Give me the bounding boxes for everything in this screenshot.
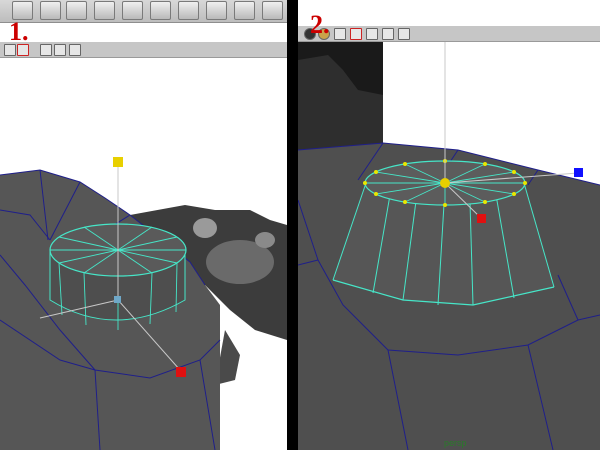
manipulator-x-handle[interactable] (176, 367, 186, 377)
camera-icon[interactable] (40, 44, 52, 56)
light-icon[interactable] (334, 28, 346, 40)
manipulator-center[interactable] (440, 178, 450, 188)
wireframe-icon[interactable] (54, 44, 66, 56)
panel-toolbar (0, 42, 287, 58)
bevel-icon[interactable] (122, 1, 143, 20)
merge-icon[interactable] (150, 1, 171, 20)
render-icon[interactable] (234, 1, 255, 20)
curve-icon[interactable] (206, 1, 227, 20)
camera-label: persp (444, 438, 467, 448)
manipulator-y-handle[interactable] (113, 157, 123, 167)
shelf-toolbar (0, 0, 287, 23)
duplicate-icon[interactable] (40, 1, 61, 20)
split-icon[interactable] (178, 1, 199, 20)
manipulator-x-handle[interactable] (477, 214, 486, 223)
viewport-panel-1[interactable]: 1. (0, 0, 287, 450)
step-label: 2. (310, 10, 330, 39)
isolate-icon[interactable] (398, 28, 410, 40)
manipulator-z-handle[interactable] (574, 168, 583, 177)
wireframe-icon[interactable] (382, 28, 394, 40)
lasso-icon[interactable] (350, 28, 362, 40)
3d-viewport-2[interactable] (298, 42, 600, 450)
cube-icon[interactable] (94, 1, 115, 20)
3d-viewport-1[interactable] (0, 58, 287, 450)
snapshot-icon[interactable] (262, 1, 283, 20)
viewport-panel-2[interactable]: 2. persp (298, 0, 600, 450)
manipulator-center[interactable] (114, 296, 121, 303)
step-label: 1. (9, 17, 29, 46)
extrude-icon[interactable] (66, 1, 87, 20)
camera-icon[interactable] (366, 28, 378, 40)
shading-sphere-icon[interactable] (69, 44, 81, 56)
panel-toolbar (298, 26, 600, 42)
